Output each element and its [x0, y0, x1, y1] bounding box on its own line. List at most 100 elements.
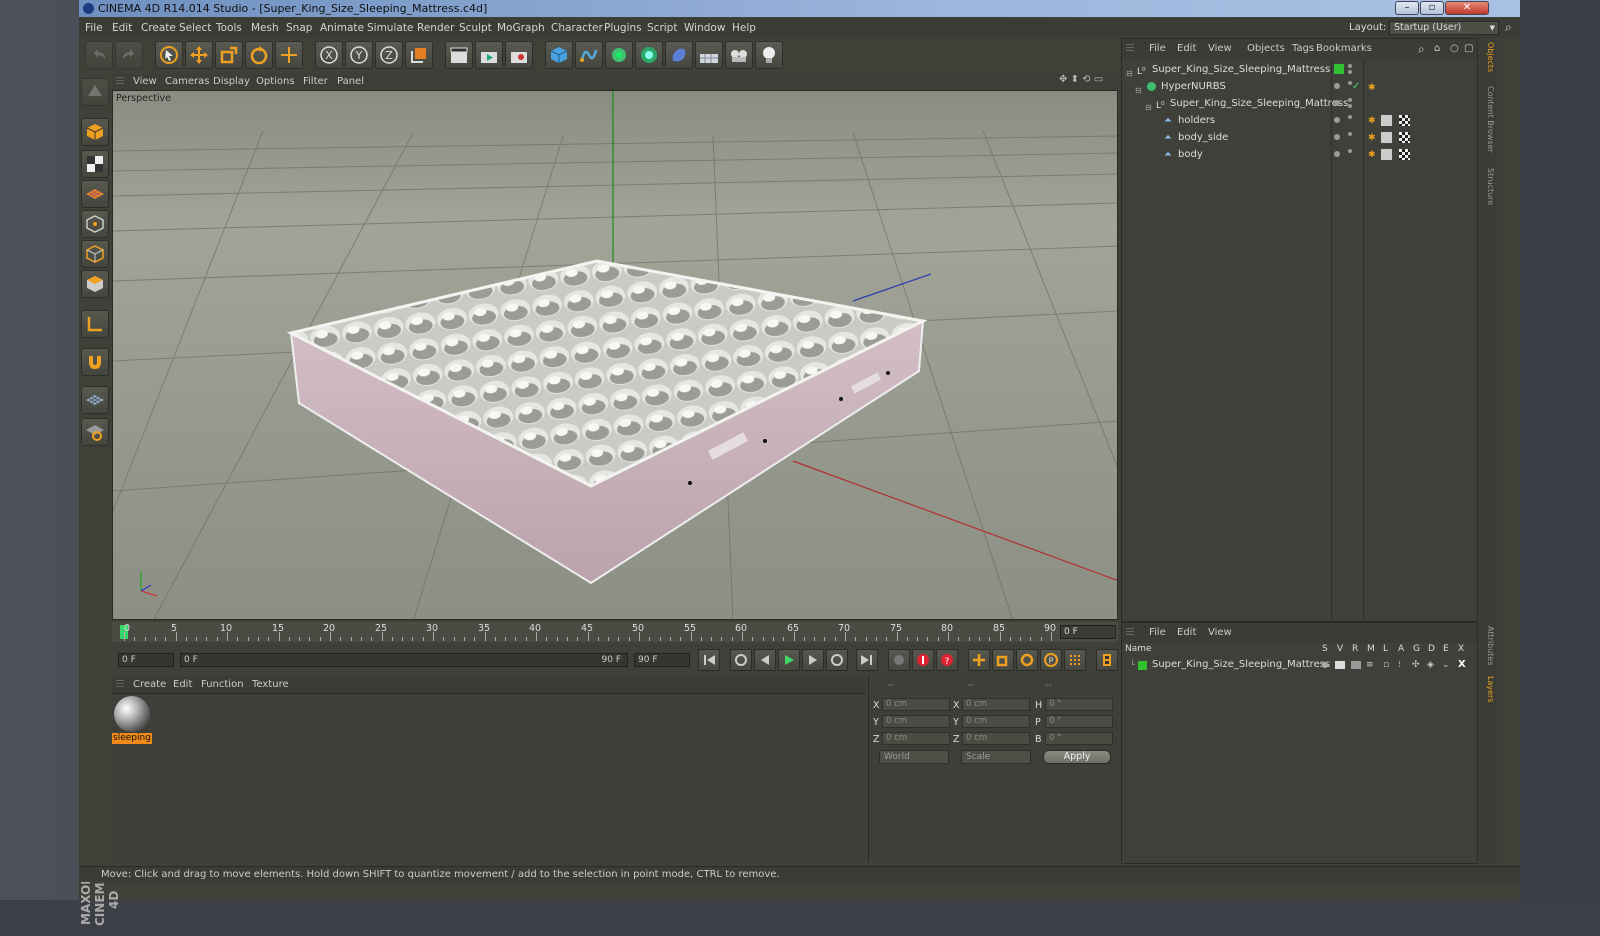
move-tool-button[interactable]: [185, 41, 213, 69]
size-y-field[interactable]: 0 cm: [962, 715, 1030, 728]
lock-icon[interactable]: ○: [1450, 39, 1459, 59]
make-editable-button[interactable]: [81, 78, 109, 106]
position-y-field[interactable]: 0 cm: [882, 715, 950, 728]
locked-workplane-button[interactable]: [81, 418, 109, 446]
key-rotation-button[interactable]: [1016, 649, 1038, 671]
spline-button[interactable]: [575, 41, 603, 69]
menu-mesh[interactable]: Mesh: [251, 18, 279, 38]
menu-snap[interactable]: Snap: [286, 18, 312, 38]
menu-character[interactable]: Character: [551, 18, 603, 38]
object-row[interactable]: ⏶ holders ✱: [1122, 112, 1477, 129]
rotate-tool-button[interactable]: [245, 41, 273, 69]
cube-object-button[interactable]: [545, 41, 573, 69]
recent-tool-button[interactable]: [275, 41, 303, 69]
play-button[interactable]: [778, 649, 800, 671]
prev-key-button[interactable]: [730, 649, 752, 671]
light-button[interactable]: [755, 41, 783, 69]
next-key-button[interactable]: [826, 649, 848, 671]
start-frame-field[interactable]: 0 F: [118, 653, 174, 667]
polygons-mode-button[interactable]: [81, 270, 109, 298]
object-menu-bookmarks[interactable]: Bookmarks: [1316, 39, 1372, 59]
workplane-mode-button[interactable]: [81, 180, 109, 208]
tab-layers[interactable]: Layers: [1481, 676, 1495, 702]
object-menu-objects[interactable]: Objects: [1247, 39, 1285, 59]
material-menu-function[interactable]: Function: [201, 676, 244, 694]
x-axis-button[interactable]: X: [315, 41, 343, 69]
object-row[interactable]: ⏶ body ✱: [1122, 146, 1477, 163]
manager-toggle-icon[interactable]: ≡: [1366, 657, 1374, 673]
search-icon[interactable]: ⌕: [1505, 20, 1512, 35]
enabled-check-icon[interactable]: ✓: [1352, 78, 1360, 95]
edges-mode-button[interactable]: [81, 240, 109, 268]
timeline-ruler[interactable]: 0 5 10 15 20 25 30 35 40 45 50 55 60 65 …: [112, 622, 1118, 642]
range-slider[interactable]: 0 F 90 F: [180, 653, 628, 667]
minimize-button[interactable]: –: [1395, 1, 1419, 15]
uvw-tag-icon[interactable]: [1398, 114, 1411, 127]
expression-toggle-icon[interactable]: ⌄: [1442, 657, 1450, 673]
material-menu-create[interactable]: Create: [133, 676, 166, 694]
coordinate-system-button[interactable]: [405, 41, 433, 69]
apply-button[interactable]: Apply: [1043, 750, 1111, 764]
object-menu-file[interactable]: File: [1149, 39, 1166, 59]
object-menu-edit[interactable]: Edit: [1177, 39, 1196, 59]
rotation-b-field[interactable]: 0 °: [1045, 732, 1113, 745]
viewport-menu-display[interactable]: Display: [213, 74, 250, 90]
undo-button[interactable]: [85, 41, 113, 69]
key-scale-button[interactable]: [992, 649, 1014, 671]
scale-tool-button[interactable]: [215, 41, 243, 69]
tab-content-browser[interactable]: Content Browser: [1481, 86, 1495, 153]
visibility-dot[interactable]: [1348, 149, 1352, 153]
menu-select[interactable]: Select: [179, 18, 211, 38]
object-menu-view[interactable]: View: [1208, 39, 1232, 59]
editor-visibility-dot[interactable]: [1334, 134, 1340, 140]
pan-icon[interactable]: ✥: [1059, 74, 1067, 85]
timeline-layout-button[interactable]: [1096, 649, 1118, 671]
material-tag-icon[interactable]: [1380, 148, 1393, 161]
tab-objects[interactable]: Objects: [1481, 42, 1495, 72]
rotation-p-field[interactable]: 0 °: [1045, 715, 1113, 728]
size-mode-dropdown[interactable]: Scale: [961, 750, 1031, 764]
position-z-field[interactable]: 0 cm: [882, 732, 950, 745]
size-x-field[interactable]: 0 cm: [962, 698, 1030, 711]
autokey-button[interactable]: [912, 649, 934, 671]
phong-tag-icon[interactable]: ✱: [1368, 130, 1376, 147]
menu-help[interactable]: Help: [732, 18, 756, 38]
texture-mode-button[interactable]: [81, 150, 109, 178]
coordinate-mode-dropdown[interactable]: World: [879, 750, 949, 764]
search-icon[interactable]: ⌕: [1418, 39, 1425, 59]
live-selection-button[interactable]: [155, 41, 183, 69]
render-dot[interactable]: [1348, 70, 1352, 74]
key-position-button[interactable]: [968, 649, 990, 671]
material-menu-texture[interactable]: Texture: [252, 676, 289, 694]
deformer-button[interactable]: [665, 41, 693, 69]
menu-create[interactable]: Create: [141, 18, 176, 38]
layer-menu-file[interactable]: File: [1149, 623, 1166, 643]
layer-color-swatch[interactable]: [1334, 64, 1344, 74]
snap-button[interactable]: [81, 348, 109, 376]
record-active-button[interactable]: [888, 649, 910, 671]
maximize-view-icon[interactable]: ▭: [1094, 74, 1103, 85]
layer-menu-edit[interactable]: Edit: [1177, 623, 1196, 643]
viewport-menu-cameras[interactable]: Cameras: [165, 74, 209, 90]
rotation-h-field[interactable]: 0 °: [1045, 698, 1113, 711]
key-parameter-button[interactable]: P: [1040, 649, 1062, 671]
render-view-button[interactable]: [445, 41, 473, 69]
orbit-icon[interactable]: ⟲: [1082, 74, 1090, 85]
visibility-dot[interactable]: [1348, 115, 1352, 119]
viewport-menu-filter[interactable]: Filter: [303, 74, 328, 90]
layer-row[interactable]: └ Super_King_Size_Sleeping_Mattress ≡ ▫ …: [1122, 657, 1477, 673]
render-settings-button[interactable]: [505, 41, 533, 69]
key-pla-button[interactable]: [1064, 649, 1086, 671]
visibility-dot[interactable]: [1348, 132, 1352, 136]
material-name-label[interactable]: sleeping: [112, 733, 152, 744]
xref-toggle-icon[interactable]: X: [1458, 657, 1466, 673]
render-dot[interactable]: [1348, 104, 1352, 108]
menu-tools[interactable]: Tools: [216, 18, 242, 38]
size-z-field[interactable]: 0 cm: [962, 732, 1030, 745]
render-toggle-icon[interactable]: [1351, 661, 1361, 669]
menu-script[interactable]: Script: [647, 18, 677, 38]
visibility-dot[interactable]: [1348, 98, 1352, 102]
camera-button[interactable]: [725, 41, 753, 69]
object-row[interactable]: ⊟ L⁰ Super_King_Size_Sleeping_Mattress: [1122, 95, 1477, 112]
object-menu-tags[interactable]: Tags: [1292, 39, 1314, 59]
